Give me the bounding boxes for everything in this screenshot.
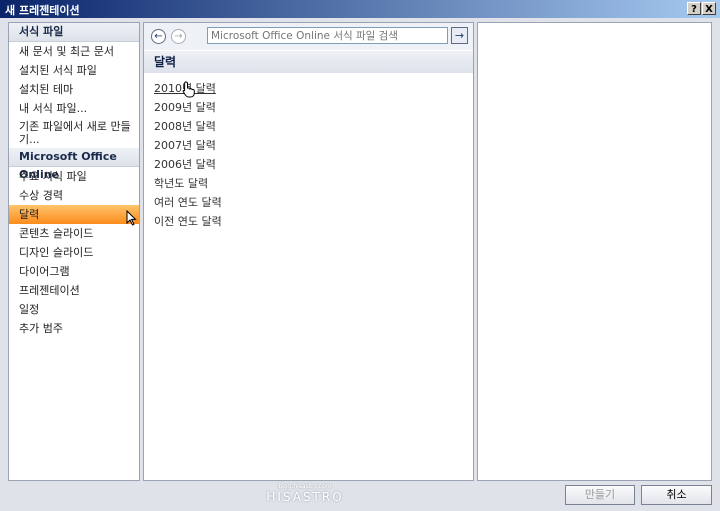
mouse-pointer-icon <box>126 210 137 226</box>
sidebar-item-content-slides[interactable]: 콘텐츠 슬라이드 <box>9 224 139 243</box>
sidebar-item-featured[interactable]: 주요 서식 파일 <box>9 167 139 186</box>
go-arrow-icon[interactable]: → <box>451 27 468 44</box>
sidebar-item-more-categories[interactable]: 추가 범주 <box>9 319 139 338</box>
watermark-logo-text: HISASTRO <box>266 490 344 504</box>
sidebar-item-award-winners[interactable]: 수상 경력 <box>9 186 139 205</box>
link-calendar-2008[interactable]: 2008년 달력 <box>144 117 473 136</box>
cancel-button[interactable]: 취소 <box>641 485 712 505</box>
link-academic-calendar[interactable]: 학년도 달력 <box>144 174 473 193</box>
sidebar-item-from-existing[interactable]: 기존 파일에서 새로 만들기... <box>9 118 139 148</box>
sidebar-item-my-templates[interactable]: 내 서식 파일... <box>9 99 139 118</box>
watermark-small-text: blog.hisastro.com <box>278 483 332 490</box>
watermark: blog.hisastro.com HISASTRO <box>257 483 353 504</box>
search-input[interactable] <box>207 27 448 44</box>
create-button[interactable]: 만들기 <box>565 485 635 505</box>
link-calendar-2009[interactable]: 2009년 달력 <box>144 98 473 117</box>
sidebar-item-calendars[interactable]: 달력 <box>9 205 139 226</box>
title-bar: 새 프레젠테이션 ? X <box>0 0 720 18</box>
hand-pointer-icon <box>182 81 195 98</box>
section-online-header: Microsoft Office Online <box>9 148 139 181</box>
close-button[interactable]: X <box>702 2 716 15</box>
category-pane: 서식 파일 새 문서 및 최근 문서 설치된 서식 파일 설치된 테마 내 서식… <box>8 22 140 481</box>
link-previous-year-calendar[interactable]: 이전 연도 달력 <box>144 212 473 231</box>
section-templates-header: 서식 파일 <box>9 23 139 42</box>
sidebar-item-design-slides[interactable]: 디자인 슬라이드 <box>9 243 139 262</box>
link-calendar-2006[interactable]: 2006년 달력 <box>144 155 473 174</box>
sidebar-item-label: 달력 <box>19 208 40 221</box>
window-title: 새 프레젠테이션 <box>5 4 80 17</box>
sidebar-item-presentations[interactable]: 프레젠테이션 <box>9 281 139 300</box>
back-arrow-icon[interactable]: ← <box>151 29 166 44</box>
calendar-link-list: 2010년 달력 2009년 달력 2008년 달력 2007년 달력 2006… <box>144 79 473 231</box>
preview-pane <box>477 22 712 481</box>
template-pane: ← → → 달력 2010년 달력 2009년 달력 2008년 달력 2007… <box>143 22 474 481</box>
sidebar-item-schedules[interactable]: 일정 <box>9 300 139 319</box>
link-calendar-2007[interactable]: 2007년 달력 <box>144 136 473 155</box>
forward-arrow-icon[interactable]: → <box>171 29 186 44</box>
sidebar-item-diagrams[interactable]: 다이어그램 <box>9 262 139 281</box>
link-multi-year-calendar[interactable]: 여러 연도 달력 <box>144 193 473 212</box>
search-toolbar: ← → → <box>144 23 473 50</box>
help-button[interactable]: ? <box>687 2 701 15</box>
sidebar-item-installed-templates[interactable]: 설치된 서식 파일 <box>9 61 139 80</box>
sidebar-item-installed-themes[interactable]: 설치된 테마 <box>9 80 139 99</box>
link-calendar-2010[interactable]: 2010년 달력 <box>144 79 473 98</box>
dialog-body: 서식 파일 새 문서 및 최근 문서 설치된 서식 파일 설치된 테마 내 서식… <box>0 18 720 511</box>
category-heading: 달력 <box>144 51 473 73</box>
sidebar-item-recent[interactable]: 새 문서 및 최근 문서 <box>9 42 139 61</box>
